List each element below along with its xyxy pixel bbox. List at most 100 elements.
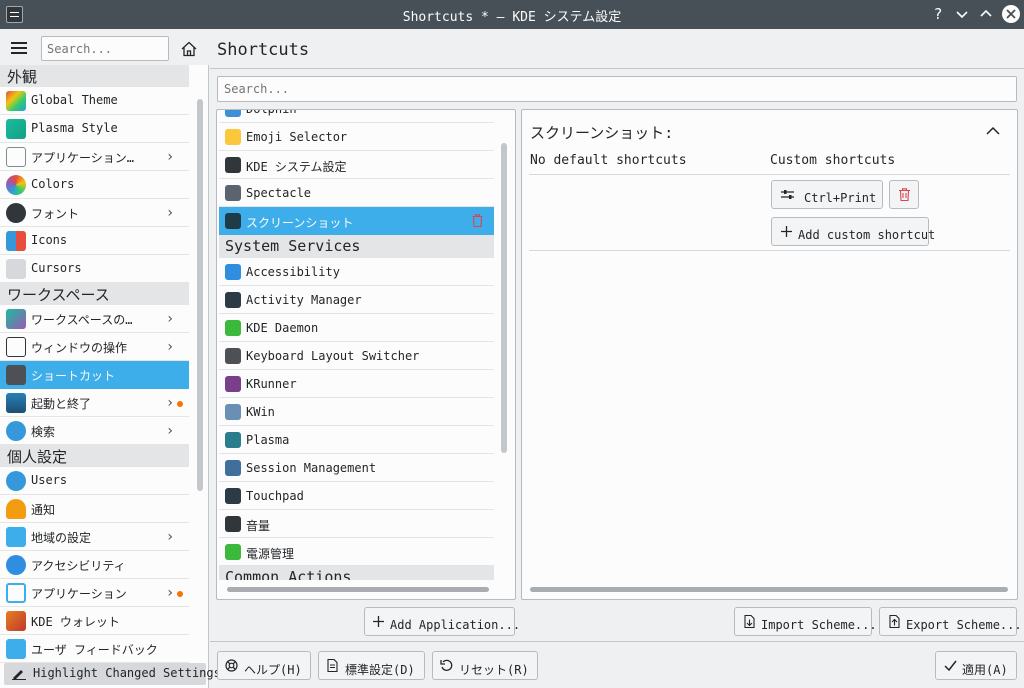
sidebar: 外観 Global Theme Plasma Style アプリケーション… › Colo…	[0, 29, 221, 688]
regional-settings-icon	[6, 527, 26, 547]
component-list-content: Dolphin Emoji Selector KDE システム設定 Spectacle…	[219, 110, 494, 580]
sidebar-item[interactable]: Icons	[0, 227, 189, 255]
component-item[interactable]: KWin	[219, 398, 494, 426]
sidebar-item[interactable]: 起動と終了 ›	[0, 389, 189, 417]
component-item[interactable]: 電源管理	[219, 538, 494, 566]
document-export-icon	[888, 614, 901, 629]
global-theme-icon	[6, 91, 26, 111]
sidebar-search-input[interactable]	[41, 36, 169, 61]
sidebar-item-label: アプリケーション…	[31, 151, 134, 165]
component-item[interactable]: Accessibility	[219, 258, 494, 286]
component-list-vscrollbar[interactable]	[501, 143, 507, 453]
add-application-button[interactable]: Add Application...	[364, 607, 520, 636]
component-item[interactable]: スクリーンショット	[219, 207, 494, 235]
component-list: Dolphin Emoji Selector KDE システム設定 Spectacle…	[219, 110, 494, 580]
applications-icon	[6, 583, 26, 603]
pen-icon	[12, 667, 26, 680]
sidebar-item[interactable]: 検索 ›	[0, 417, 189, 445]
sidebar-item[interactable]: ウィンドウの操作 ›	[0, 333, 189, 361]
page-title: Shortcuts	[217, 40, 310, 60]
hamburger-menu-icon[interactable]	[11, 42, 27, 54]
chevron-right-icon: ›	[167, 205, 173, 221]
export-scheme-button[interactable]: Export Scheme...	[879, 607, 1022, 636]
minimize-icon[interactable]	[952, 4, 972, 24]
component-item[interactable]: KRunner	[219, 370, 494, 398]
sidebar-item[interactable]: ワークスペースの… ›	[0, 305, 189, 333]
maximize-icon[interactable]	[976, 4, 996, 24]
checkmark-icon	[944, 659, 957, 672]
component-item-label: Keyboard Layout Switcher	[246, 349, 420, 363]
component-item[interactable]: Spectacle	[219, 179, 494, 207]
help-button[interactable]: ヘルプ(H)	[217, 651, 311, 680]
sidebar-item[interactable]: ショートカット	[0, 361, 189, 389]
sidebar-item[interactable]: Cursors	[0, 255, 189, 283]
sidebar-item[interactable]: アプリケーション… ›	[0, 143, 189, 171]
sidebar-toolbar	[0, 29, 209, 65]
component-item[interactable]: Touchpad	[219, 482, 494, 510]
sidebar-item[interactable]: フォント ›	[0, 199, 189, 227]
component-item-label: Dolphin	[246, 110, 297, 116]
shortcut-key-button[interactable]: Ctrl+Print	[771, 180, 883, 209]
component-item-label: Activity Manager	[246, 293, 362, 307]
add-custom-shortcut-button[interactable]: Add custom shortcut	[771, 217, 935, 246]
component-item-label: Session Management	[246, 461, 377, 475]
component-item[interactable]: KDE Daemon	[219, 314, 494, 342]
trash-icon[interactable]	[472, 214, 483, 228]
feedback-icon	[6, 639, 26, 659]
divider	[210, 641, 1024, 642]
system-settings-icon	[225, 157, 241, 173]
sidebar-item[interactable]: Colors	[0, 171, 189, 199]
component-list-hscrollbar[interactable]	[227, 587, 489, 592]
sidebar-item-label: ワークスペースの…	[31, 313, 133, 327]
sidebar-item[interactable]: アプリケーション ›	[0, 579, 189, 607]
import-scheme-button[interactable]: Import Scheme...	[734, 607, 877, 636]
component-item[interactable]: Session Management	[219, 454, 494, 482]
component-item[interactable]: Plasma	[219, 426, 494, 454]
component-item-label: 電源管理	[246, 547, 295, 561]
activity-manager-icon	[225, 292, 241, 308]
help-lifebuoy-icon	[225, 659, 238, 672]
shortcut-search-input[interactable]	[217, 76, 1017, 102]
component-item[interactable]: Activity Manager	[219, 286, 494, 314]
defaults-button[interactable]: 標準設定(D)	[318, 651, 425, 680]
component-item[interactable]: 音量	[219, 510, 494, 538]
kwallet-icon	[6, 611, 26, 631]
chevron-right-icon: ›	[167, 395, 173, 411]
sidebar-item[interactable]: 地域の設定 ›	[0, 523, 189, 551]
home-icon[interactable]	[181, 41, 197, 57]
sidebar-category: ワークスペース	[0, 283, 189, 305]
sidebar-item[interactable]: 通知	[0, 495, 189, 523]
shortcut-panel-hscrollbar[interactable]	[530, 587, 1008, 592]
sidebar-item[interactable]: ユーザ フィードバック	[0, 635, 189, 663]
add-application-label: Add Application...	[390, 618, 521, 632]
help-icon[interactable]: ?	[928, 4, 948, 24]
highlight-changed-settings-button[interactable]: Highlight Changed Settings	[4, 663, 221, 685]
apply-button[interactable]: 適用(A)	[935, 651, 1017, 680]
sidebar-item[interactable]: Global Theme	[0, 87, 189, 115]
component-item[interactable]: Keyboard Layout Switcher	[219, 342, 494, 370]
sidebar-item[interactable]: アクセシビリティ	[0, 551, 189, 579]
component-item[interactable]: KDE システム設定	[219, 151, 494, 179]
sidebar-item[interactable]: KDE ウォレット	[0, 607, 189, 635]
apply-label: 適用(A)	[962, 662, 1008, 677]
startup-shutdown-icon	[6, 393, 26, 413]
delete-shortcut-button[interactable]	[889, 180, 919, 209]
chevron-right-icon: ›	[167, 149, 173, 165]
collapse-icon[interactable]	[986, 124, 1000, 138]
sidebar-item[interactable]: Plasma Style	[0, 115, 189, 143]
component-item-label: Spectacle	[246, 186, 312, 200]
reset-button[interactable]: リセット(R)	[432, 651, 538, 680]
component-item[interactable]: Dolphin	[219, 110, 494, 123]
sidebar-item-label: Icons	[31, 233, 68, 247]
sidebar-scrollbar[interactable]	[197, 99, 203, 491]
component-item[interactable]: Emoji Selector	[219, 123, 494, 151]
search-icon	[6, 421, 26, 441]
component-item-label: スクリーンショット	[246, 216, 354, 230]
configure-shortcut-icon	[781, 188, 794, 201]
close-icon[interactable]	[1002, 5, 1020, 23]
sidebar-item[interactable]: Users	[0, 467, 189, 495]
shortcut-action-title: スクリーンショット:	[530, 124, 674, 142]
fonts-icon	[6, 203, 26, 223]
notifications-icon	[6, 499, 26, 519]
changed-indicator-dot	[177, 591, 183, 597]
